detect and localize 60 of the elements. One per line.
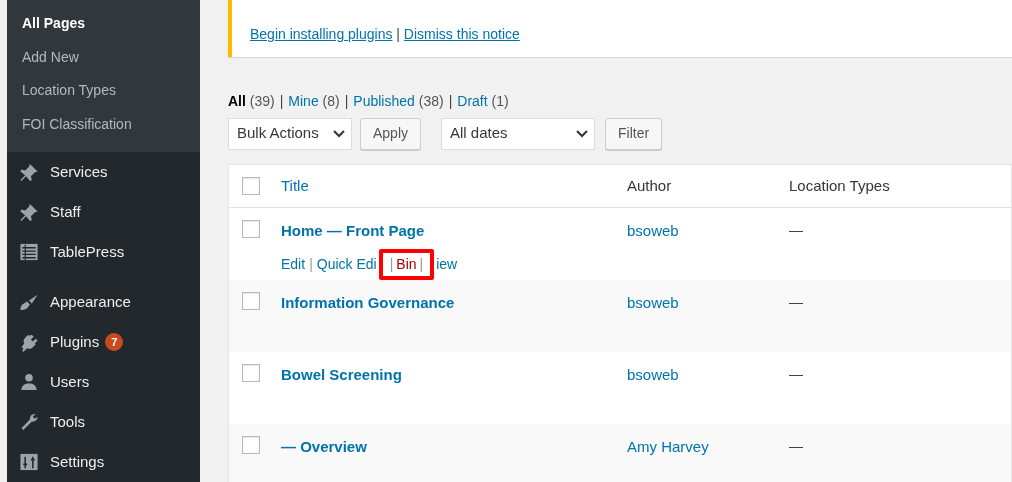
- sidebar-item[interactable]: Plugins 7: [7, 322, 200, 362]
- submenu-item[interactable]: All Pages: [22, 13, 86, 47]
- submenu-item[interactable]: FOI Classification: [22, 113, 132, 147]
- sidebar-item[interactable]: Staff: [7, 192, 200, 232]
- column-header: Author: [627, 176, 672, 194]
- separator-text: |: [419, 254, 424, 274]
- row-action-link[interactable]: Edit: [281, 253, 306, 275]
- separator-text: |: [448, 92, 453, 111]
- sliders-icon: [18, 452, 40, 472]
- pin-icon: [18, 162, 40, 182]
- count-badge: 7: [105, 333, 124, 351]
- page-title-link[interactable]: — Overview: [281, 438, 367, 455]
- view-filter-link[interactable]: Draft (1): [457, 91, 509, 112]
- filter-button[interactable]: Filter: [605, 117, 663, 150]
- table-cell: —: [789, 366, 803, 382]
- pin-icon: [18, 202, 40, 222]
- submenu-item[interactable]: Add New: [22, 46, 79, 80]
- column-header[interactable]: Title: [281, 176, 309, 194]
- submenu-item[interactable]: Location Types: [22, 80, 116, 114]
- sidebar-item[interactable]: Settings: [7, 442, 200, 482]
- separator-text: |: [344, 92, 349, 111]
- author-link[interactable]: bsoweb: [627, 366, 679, 383]
- sidebar-item[interactable]: TablePress: [7, 232, 200, 272]
- row-checkbox[interactable]: [242, 436, 260, 454]
- date-filter-select[interactable]: All dates: [441, 117, 596, 150]
- page-title-link[interactable]: Information Governance: [281, 294, 455, 311]
- sidebar-item[interactable]: Tools: [7, 402, 200, 442]
- author-link[interactable]: bsoweb: [627, 294, 679, 311]
- row-action-link[interactable]: iew: [436, 253, 458, 275]
- select-all-checkbox[interactable]: [242, 177, 260, 195]
- sidebar-item[interactable]: Services: [7, 152, 200, 192]
- separator-text: |: [395, 26, 401, 42]
- page-title-link[interactable]: Home — Front Page: [281, 222, 425, 239]
- column-header: Location Types: [789, 176, 890, 194]
- author-link[interactable]: bsoweb: [627, 222, 679, 239]
- table-cell: —: [789, 438, 803, 454]
- notice-link[interactable]: Begin installing plugins: [250, 26, 393, 42]
- row-action-link[interactable]: Bin: [396, 253, 417, 275]
- row-checkbox[interactable]: [242, 292, 260, 310]
- table-cell: —: [789, 222, 803, 238]
- view-filter-link[interactable]: Published (38): [353, 91, 444, 112]
- chevron-icon: [576, 129, 589, 138]
- separator-text: |: [389, 254, 394, 274]
- view-filter-link[interactable]: All (39): [228, 91, 275, 112]
- chevron-icon: [333, 129, 345, 138]
- table-icon: [18, 242, 40, 262]
- author-link[interactable]: Amy Harvey: [627, 438, 709, 455]
- page-title-link[interactable]: Bowel Screening: [281, 366, 402, 383]
- row-checkbox[interactable]: [242, 364, 260, 382]
- table-cell: —: [789, 294, 803, 310]
- sidebar-item[interactable]: Appearance: [7, 272, 200, 322]
- row-checkbox[interactable]: [242, 220, 260, 238]
- row-action-link[interactable]: Quick Edi: [316, 253, 377, 275]
- sidebar-item[interactable]: Users: [7, 362, 200, 402]
- bulk-actions-select[interactable]: Bulk Actions: [228, 117, 352, 150]
- apply-button[interactable]: Apply: [360, 117, 422, 150]
- notice-link[interactable]: Dismiss this notice: [403, 26, 520, 42]
- separator-text: |: [309, 254, 313, 274]
- view-filter-link[interactable]: Mine (8): [288, 91, 340, 112]
- separator-text: |: [279, 92, 284, 111]
